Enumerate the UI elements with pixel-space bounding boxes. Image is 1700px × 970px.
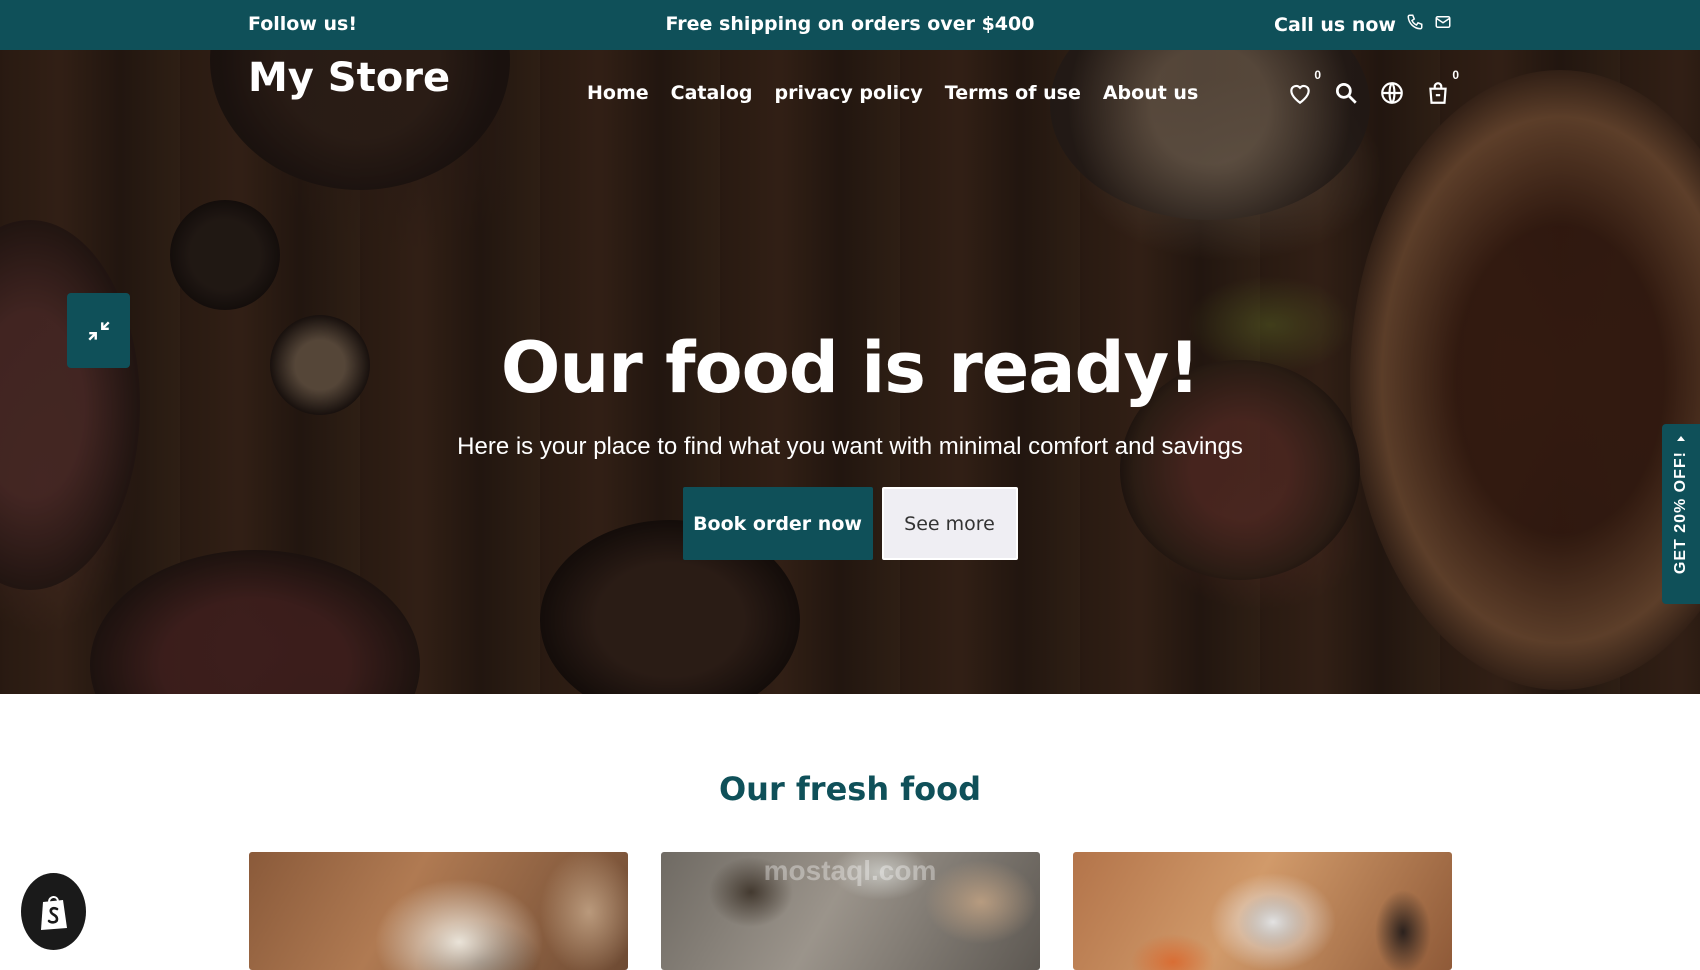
discount-label: GET 20% OFF!: [1672, 451, 1689, 575]
caret-up-icon: [1677, 436, 1685, 441]
mail-icon[interactable]: [1434, 13, 1452, 36]
nav-privacy-policy[interactable]: privacy policy: [774, 82, 922, 104]
section-title: Our fresh food: [718, 770, 982, 808]
wishlist-button[interactable]: 0: [1287, 68, 1321, 106]
nav-home[interactable]: Home: [587, 82, 649, 104]
globe-icon: [1381, 82, 1403, 104]
shopify-badge[interactable]: [21, 873, 86, 950]
language-button[interactable]: [1379, 80, 1405, 106]
header-icons: 0 0: [1287, 68, 1459, 106]
store-logo[interactable]: My Store: [248, 55, 450, 101]
see-more-button[interactable]: See more: [881, 487, 1018, 560]
book-order-button[interactable]: Book order now: [682, 487, 873, 560]
hero-actions: Book order now See more: [0, 487, 1700, 560]
nav-terms-of-use[interactable]: Terms of use: [945, 82, 1081, 104]
cart-count: 0: [1452, 68, 1459, 82]
hero-banner: My Store Home Catalog privacy policy Ter…: [0, 50, 1700, 694]
contact-group: Call us now: [1274, 13, 1452, 36]
heart-icon: [1290, 84, 1310, 105]
main-nav: Home Catalog privacy policy Terms of use…: [587, 82, 1198, 104]
search-button[interactable]: [1333, 80, 1359, 106]
wishlist-count: 0: [1314, 68, 1321, 82]
nav-about-us[interactable]: About us: [1103, 82, 1198, 104]
bag-icon: [1429, 82, 1447, 104]
phone-icon[interactable]: [1406, 13, 1424, 36]
hero-title: Our food is ready!: [500, 327, 1200, 409]
watermark: mostaql.com: [763, 855, 937, 886]
discount-tab[interactable]: GET 20% OFF!: [1662, 424, 1700, 604]
cart-button[interactable]: 0: [1425, 68, 1459, 106]
food-card-image[interactable]: [1073, 852, 1452, 970]
food-card-image[interactable]: [249, 852, 628, 970]
shopify-icon: [40, 895, 67, 930]
announcement-bar: Follow us! Free shipping on orders over …: [0, 0, 1700, 50]
nav-catalog[interactable]: Catalog: [671, 82, 753, 104]
call-us-link[interactable]: Call us now: [1274, 14, 1396, 36]
hero-subtitle: Here is your place to find what you want…: [457, 433, 1243, 460]
search-icon: [1335, 82, 1357, 104]
